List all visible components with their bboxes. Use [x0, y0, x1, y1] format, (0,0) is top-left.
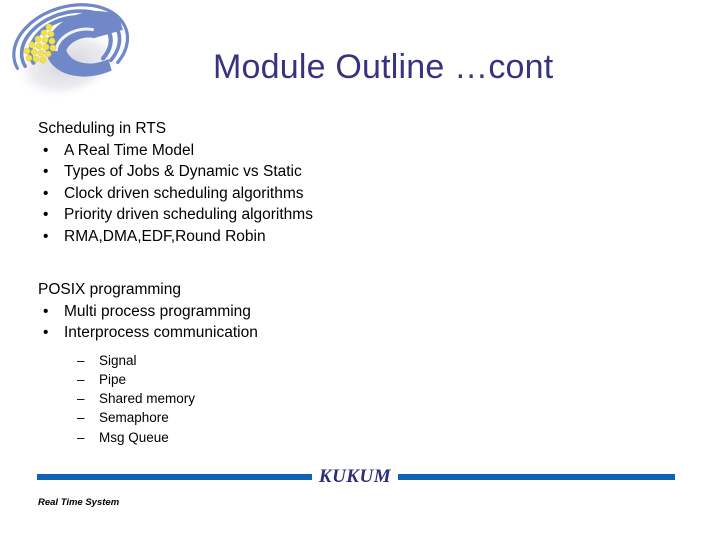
footer-rule: KUKUM	[0, 466, 720, 494]
sub-list-item: – Msg Queue	[0, 428, 720, 447]
group-heading: Scheduling in RTS	[38, 120, 167, 137]
dash-bullet-icon: –	[77, 429, 85, 445]
sub-list-item: – Shared memory	[0, 389, 720, 408]
bullet-icon: •	[43, 227, 49, 245]
dash-bullet-icon: –	[77, 371, 85, 387]
list-item-label: Multi process programming	[64, 302, 251, 320]
dash-bullet-icon: –	[77, 410, 85, 426]
list-item: • Clock driven scheduling algorithms	[0, 183, 720, 205]
list-item: • Multi process programming	[0, 301, 720, 323]
sub-list-item-label: Signal	[99, 352, 137, 368]
content-group-posix: POSIX programming • Multi process progra…	[0, 279, 720, 447]
list-item: • RMA,DMA,EDF,Round Robin	[0, 226, 720, 248]
list-item-label: A Real Time Model	[64, 141, 195, 159]
footer-bar-right	[398, 474, 675, 480]
sub-list-item-label: Shared memory	[99, 391, 196, 407]
sub-list-item-label: Pipe	[99, 371, 127, 387]
bullet-icon: •	[43, 302, 49, 320]
sub-list-item-label: Semaphore	[99, 410, 169, 426]
bullet-icon: •	[43, 206, 49, 223]
slide-body: Scheduling in RTS • A Real Time Model • …	[0, 118, 720, 447]
bullet-icon: •	[43, 141, 49, 159]
sub-list-item: – Signal	[0, 351, 720, 370]
footer-bar-left	[37, 474, 312, 480]
list-item: • Priority driven scheduling algorithms	[0, 204, 720, 226]
dash-bullet-icon: –	[77, 391, 85, 407]
sub-list-item: – Semaphore	[0, 408, 720, 427]
bullet-icon: •	[43, 324, 49, 341]
content-group-scheduling: Scheduling in RTS • A Real Time Model • …	[0, 118, 720, 247]
sub-list-item-label: Msg Queue	[99, 429, 169, 445]
list-item: • Interprocess communication	[0, 322, 720, 344]
footer-brand: KUKUM	[318, 466, 392, 487]
list-item: • A Real Time Model	[0, 140, 720, 162]
page-title: Module Outline …cont	[213, 48, 554, 86]
sublist-spacer	[0, 344, 720, 351]
sub-list-item: – Pipe	[0, 370, 720, 389]
kukum-swirl-logo	[0, 0, 150, 108]
list-item: • Types of Jobs & Dynamic vs Static	[0, 161, 720, 183]
slide: Module Outline …cont Scheduling in RTS •…	[0, 0, 720, 540]
group-heading: POSIX programming	[38, 281, 181, 298]
list-item-label: Priority driven scheduling algorithms	[64, 206, 313, 223]
bullet-icon: •	[43, 184, 49, 202]
list-item-label: Interprocess communication	[64, 324, 258, 341]
dash-bullet-icon: –	[77, 352, 85, 368]
list-item-label: Clock driven scheduling algorithms	[64, 184, 304, 202]
list-item-label: Types of Jobs & Dynamic vs Static	[64, 163, 302, 180]
bullet-icon: •	[43, 163, 49, 180]
list-item-label: RMA,DMA,EDF,Round Robin	[64, 227, 266, 245]
footer-label: Real Time System	[38, 497, 120, 508]
